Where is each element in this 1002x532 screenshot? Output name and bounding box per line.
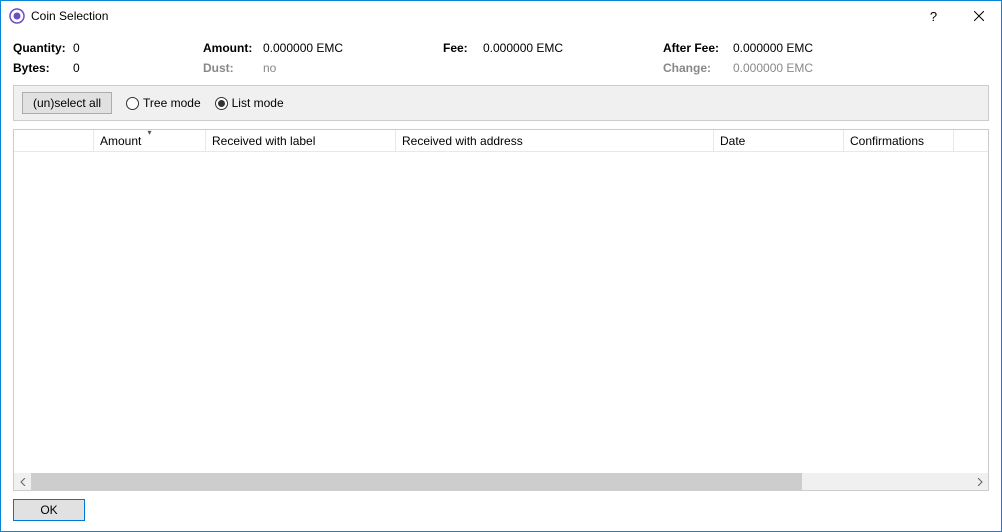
amount-label: Amount: [203,41,263,55]
col-confirmations[interactable]: Confirmations [844,130,954,151]
scroll-right-arrow-icon[interactable] [971,473,988,490]
scroll-left-arrow-icon[interactable] [14,473,31,490]
list-mode-label: List mode [232,96,284,110]
change-value: 0.000000 EMC [733,61,873,75]
col-date-text: Date [720,134,745,148]
app-window: Coin Selection ? Quantity: 0 Amount: 0.0… [0,0,1002,532]
window-title: Coin Selection [31,9,911,23]
col-received-address-text: Received with address [402,134,523,148]
table-body[interactable] [14,152,988,473]
titlebar: Coin Selection ? [1,1,1001,31]
col-received-label[interactable]: Received with label [206,130,396,151]
col-date[interactable]: Date [714,130,844,151]
dust-value: no [263,61,443,75]
app-icon [9,8,25,24]
col-amount-label: Amount [100,134,141,148]
summary-panel: Quantity: 0 Amount: 0.000000 EMC Fee: 0.… [13,41,989,75]
change-label: Change: [663,61,733,75]
radio-icon [215,97,228,110]
tree-mode-radio[interactable]: Tree mode [126,96,201,110]
scrollbar-thumb[interactable] [31,473,802,490]
radio-icon [126,97,139,110]
coin-table: Amount ▾ Received with label Received wi… [13,129,989,491]
after-fee-label: After Fee: [663,41,733,55]
list-mode-radio[interactable]: List mode [215,96,284,110]
unselect-all-button[interactable]: (un)select all [22,92,112,114]
tree-mode-label: Tree mode [143,96,201,110]
col-received-label-text: Received with label [212,134,315,148]
col-amount[interactable]: Amount ▾ [94,130,206,151]
close-icon [974,9,984,24]
amount-value: 0.000000 EMC [263,41,443,55]
col-confirmations-text: Confirmations [850,134,924,148]
table-header-row: Amount ▾ Received with label Received wi… [14,130,988,152]
col-padding [954,130,988,151]
bytes-label: Bytes: [13,61,73,75]
horizontal-scrollbar[interactable] [14,473,988,490]
fee-value: 0.000000 EMC [483,41,663,55]
col-received-address[interactable]: Received with address [396,130,714,151]
help-icon: ? [930,9,937,24]
after-fee-value: 0.000000 EMC [733,41,873,55]
quantity-value: 0 [73,41,203,55]
ok-button[interactable]: OK [13,499,85,521]
col-checkbox[interactable] [14,130,94,151]
bytes-value: 0 [73,61,203,75]
close-button[interactable] [956,1,1001,31]
help-button[interactable]: ? [911,1,956,31]
dust-label: Dust: [203,61,263,75]
scrollbar-track[interactable] [31,473,971,490]
footer: OK [13,499,989,521]
toolbar: (un)select all Tree mode List mode [13,85,989,121]
quantity-label: Quantity: [13,41,73,55]
fee-label: Fee: [443,41,483,55]
chevron-down-icon: ▾ [147,128,151,137]
content-area: Quantity: 0 Amount: 0.000000 EMC Fee: 0.… [1,31,1001,531]
